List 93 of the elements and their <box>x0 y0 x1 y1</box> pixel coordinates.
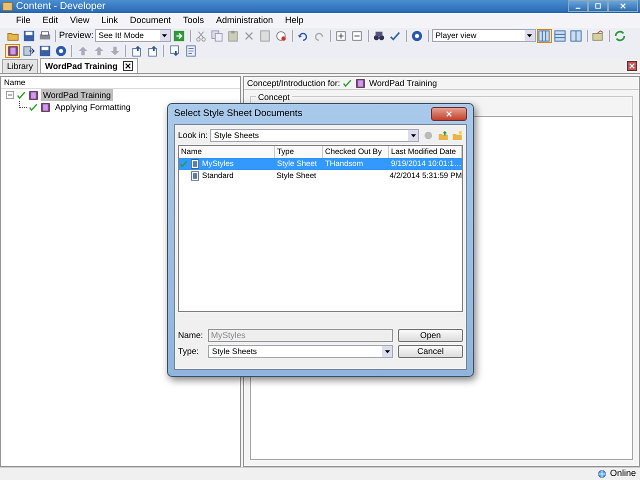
save-button[interactable] <box>21 28 36 42</box>
menu-item[interactable]: Administration <box>210 14 279 28</box>
panel-close-button[interactable] <box>627 61 637 71</box>
open-button[interactable]: Open <box>398 329 463 342</box>
close-icon <box>628 62 636 70</box>
cut-icon <box>195 30 208 42</box>
move-down-icon <box>108 45 120 57</box>
caption-label: Concept/Introduction for: <box>247 76 340 90</box>
app-icon <box>2 1 13 12</box>
columns-button[interactable] <box>568 28 584 42</box>
rows-icon <box>554 30 566 42</box>
find-button[interactable] <box>372 28 387 42</box>
page-icon <box>259 30 272 42</box>
view-dropdown[interactable]: Player view <box>432 29 536 42</box>
preview-label: Preview: <box>59 28 94 42</box>
name-label: Name: <box>178 329 204 342</box>
refresh-icon <box>614 30 626 42</box>
save-button[interactable] <box>37 44 52 58</box>
help-button[interactable] <box>53 44 68 58</box>
menu-item[interactable]: Document <box>124 14 177 28</box>
maximize-button[interactable] <box>588 0 608 12</box>
collapse-icon <box>351 30 364 42</box>
tree-line <box>19 100 27 108</box>
help-button[interactable] <box>410 28 425 42</box>
spellcheck-icon <box>389 30 402 42</box>
paste-icon <box>227 30 240 42</box>
menu-item[interactable]: File <box>10 14 37 28</box>
globe-icon <box>596 469 607 479</box>
go-icon <box>173 30 186 42</box>
link-button[interactable] <box>21 44 36 58</box>
close-icon <box>445 110 453 118</box>
print-button[interactable] <box>37 28 52 42</box>
book-icon <box>28 90 39 100</box>
dropdown-arrow-icon <box>160 31 170 40</box>
check-in-icon <box>146 45 158 57</box>
save-icon <box>22 30 34 42</box>
columns-icon <box>570 30 582 42</box>
collapse-icon[interactable] <box>5 90 15 100</box>
tab-close-button[interactable] <box>122 61 133 71</box>
tab[interactable]: Library <box>2 59 38 73</box>
upload-icon <box>130 45 142 57</box>
type-dropdown[interactable]: Style Sheets <box>208 345 393 358</box>
menu-item[interactable]: Link <box>95 14 124 28</box>
go-button[interactable] <box>172 28 187 42</box>
status-text: Online <box>610 467 636 480</box>
close-button[interactable] <box>608 0 638 12</box>
link-icon <box>22 45 34 57</box>
menu-item[interactable]: Tools <box>176 14 210 28</box>
save-icon <box>38 45 50 57</box>
help-icon <box>411 30 424 42</box>
preview-mode-dropdown[interactable]: See It! Mode <box>94 29 171 42</box>
look-in-dropdown[interactable]: Style Sheets <box>210 129 420 142</box>
book-icon <box>355 78 366 88</box>
menu-item[interactable]: Edit <box>36 14 64 28</box>
dropdown-arrow-icon <box>408 131 418 140</box>
type-label: Type: <box>178 345 200 358</box>
dropdown-arrow-icon <box>382 347 392 356</box>
layout-icon <box>538 30 550 42</box>
layout-button[interactable] <box>536 28 552 42</box>
refresh-button[interactable] <box>612 28 628 42</box>
download-icon <box>168 45 180 57</box>
up-folder-icon[interactable] <box>438 130 448 141</box>
group-label: Concept <box>256 91 292 104</box>
target-icon <box>275 30 288 42</box>
look-in-label: Look in: <box>178 129 206 142</box>
outline-icon <box>6 45 18 57</box>
move-up-icon <box>92 45 104 57</box>
outline-button[interactable] <box>5 44 20 58</box>
close-button[interactable] <box>431 107 467 121</box>
window-title: Content - Developer <box>16 0 106 14</box>
help-icon <box>54 45 66 57</box>
maximize-icon <box>594 2 602 10</box>
package-button[interactable] <box>590 28 606 42</box>
menu-item[interactable]: View <box>64 14 96 28</box>
find-icon <box>373 30 386 42</box>
minimize-button[interactable] <box>568 0 588 12</box>
promote-icon <box>76 45 88 57</box>
package-icon <box>592 30 604 42</box>
delete-icon <box>243 30 256 42</box>
rows-button[interactable] <box>552 28 568 42</box>
document-name: WordPad Training <box>369 76 437 90</box>
tab[interactable]: WordPad Training <box>40 58 138 73</box>
cancel-button[interactable]: Cancel <box>398 345 463 358</box>
document-icon <box>40 102 51 112</box>
menu-item[interactable]: Help <box>278 14 310 28</box>
close-icon <box>619 2 627 10</box>
print-icon <box>38 30 50 42</box>
close-icon <box>124 62 132 70</box>
tree-item[interactable]: Applying Formatting <box>53 100 133 114</box>
dialog-title: Select Style Sheet Documents <box>174 106 302 121</box>
tree-item[interactable]: WordPad Training <box>41 88 113 102</box>
dropdown-arrow-icon <box>525 31 534 40</box>
expand-icon <box>335 30 348 42</box>
